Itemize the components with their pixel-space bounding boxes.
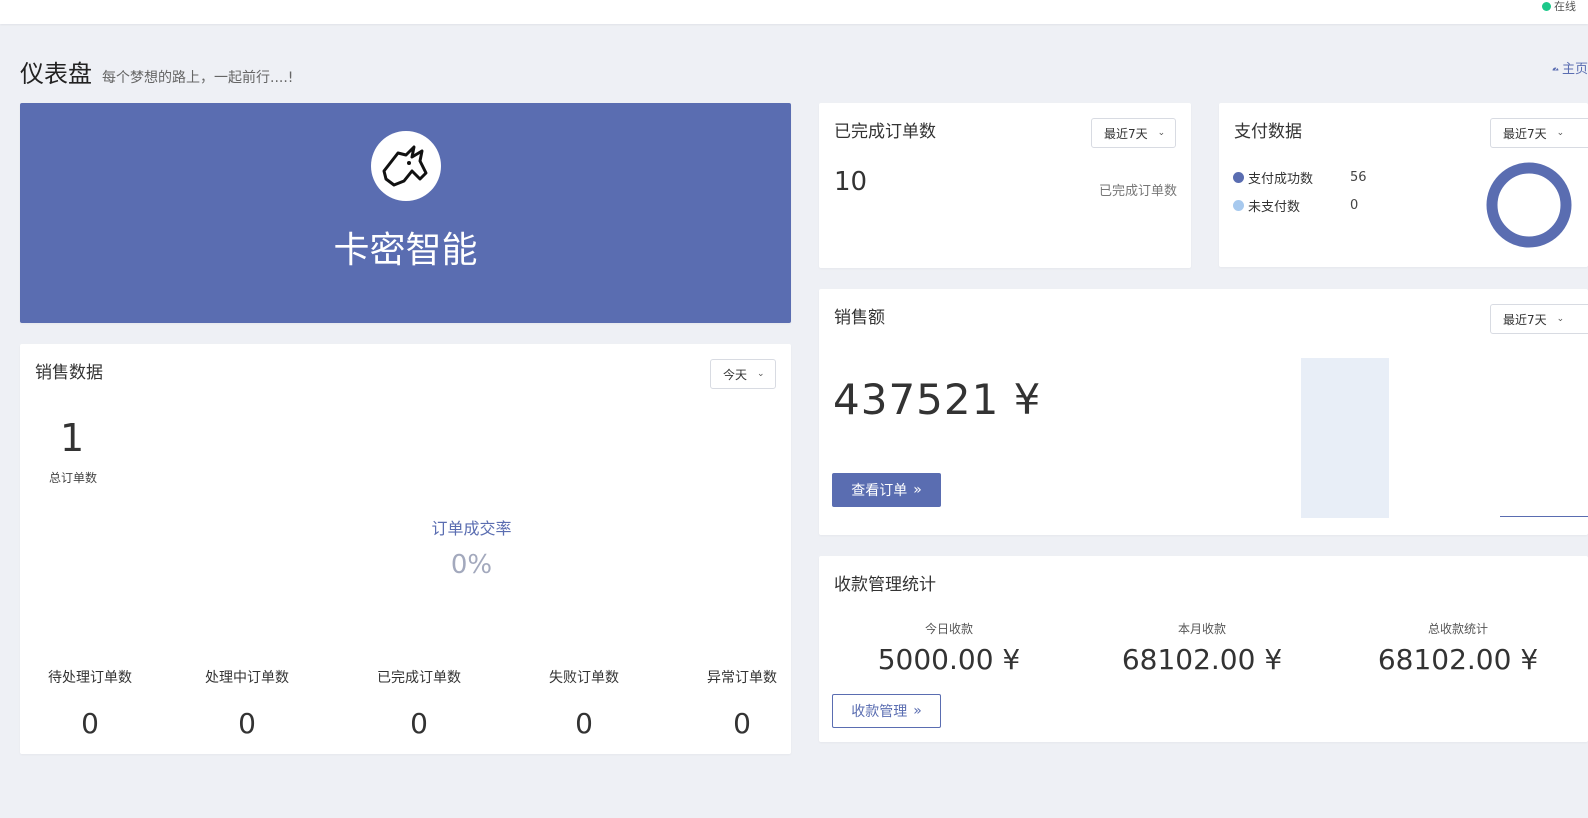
brand-banner: 卡密智能 — [20, 103, 791, 323]
collect-label: 总收款统计 — [1427, 622, 1488, 636]
chevron-down-icon: ⌄ — [1556, 314, 1565, 324]
revenue-chart-bar — [1301, 358, 1389, 518]
revenue-card-title: 销售额 — [834, 308, 885, 328]
breadcrumb-home-link[interactable]: 主页 — [1552, 58, 1588, 77]
brand-name: 卡密智能 — [333, 230, 478, 271]
legend-value: 0 — [1350, 198, 1359, 213]
donut-slice-0 — [1486, 162, 1572, 248]
total-orders-value: 1 — [60, 416, 85, 460]
stat-value: 0 — [238, 707, 256, 740]
payment-range-select[interactable]: 最近7天 ⌄ — [1490, 118, 1588, 148]
sales-range-value: 今天 — [723, 367, 748, 382]
sales-card-title: 销售数据 — [35, 363, 103, 383]
collection-manage-label: 收款管理 — [851, 704, 908, 720]
collect-today: 今日收款 5000.00 ¥ — [829, 620, 1069, 676]
revenue-card: 销售额 最近7天 ⌄ 437521 ¥ 查看订单 » — [819, 289, 1588, 535]
double-chevron-right-icon: » — [913, 482, 922, 498]
stat-label: 失败订单数 — [549, 670, 619, 686]
chevron-down-icon: ⌄ — [1157, 128, 1166, 138]
completed-orders-card: 已完成订单数 最近7天 ⌄ 10 已完成订单数 — [819, 103, 1191, 268]
dashboard-gauge-icon — [1552, 66, 1559, 70]
stat-completed: 已完成订单数 0 — [363, 667, 475, 740]
legend-label: 未支付数 — [1248, 200, 1301, 215]
collect-label: 今日收款 — [924, 622, 973, 636]
stat-pending: 待处理订单数 0 — [34, 667, 146, 740]
payment-donut-chart — [1486, 162, 1572, 248]
stat-value: 0 — [81, 707, 99, 740]
collect-label: 本月收款 — [1177, 622, 1226, 636]
page-subtitle: 每个梦想的路上，一起前行....! — [102, 70, 294, 86]
stat-failed: 失败订单数 0 — [534, 667, 634, 740]
legend-label: 支付成功数 — [1248, 172, 1314, 187]
completed-card-title: 已完成订单数 — [834, 122, 936, 142]
legend-value: 56 — [1350, 170, 1367, 185]
payment-range-value: 最近7天 — [1503, 126, 1547, 141]
stat-value: 0 — [733, 707, 751, 740]
collection-manage-button[interactable]: 收款管理 » — [832, 694, 941, 728]
stat-label: 已完成订单数 — [377, 670, 461, 686]
page-header: 仪表盘 每个梦想的路上，一起前行....! — [20, 54, 293, 89]
order-rate-label: 订单成交率 — [431, 519, 512, 538]
legend-dot-icon — [1233, 172, 1244, 183]
view-orders-button[interactable]: 查看订单 » — [832, 473, 941, 507]
online-status: 在线 — [1542, 0, 1588, 14]
online-status-text: 在线 — [1554, 0, 1576, 13]
unicorn-icon — [371, 131, 441, 201]
home-link-label: 主页 — [1561, 62, 1588, 77]
page-title: 仪表盘 — [20, 60, 92, 88]
legend-item-paid: 支付成功数 56 — [1233, 168, 1367, 187]
completed-range-value: 最近7天 — [1104, 126, 1148, 141]
revenue-chart-line — [1500, 516, 1588, 517]
stat-label: 处理中订单数 — [205, 670, 289, 686]
revenue-value: 437521 ¥ — [833, 375, 1042, 424]
collect-month: 本月收款 68102.00 ¥ — [1082, 620, 1322, 676]
stat-processing: 处理中订单数 0 — [191, 667, 303, 740]
collect-value: 68102.00 ¥ — [1121, 643, 1283, 676]
legend-dot-icon — [1233, 200, 1244, 211]
collect-value: 5000.00 ¥ — [877, 643, 1021, 676]
stat-value: 0 — [575, 707, 593, 740]
completed-orders-value: 10 — [834, 167, 868, 197]
view-orders-label: 查看订单 — [851, 483, 908, 499]
stat-value: 0 — [410, 707, 428, 740]
stat-abnormal: 异常订单数 0 — [692, 667, 791, 740]
collection-card-title: 收款管理统计 — [834, 575, 936, 595]
stat-label: 异常订单数 — [707, 670, 777, 686]
chevron-down-icon: ⌄ — [757, 369, 765, 379]
payment-card-title: 支付数据 — [1234, 122, 1302, 142]
order-rate-value: 0% — [450, 550, 493, 580]
revenue-range-select[interactable]: 最近7天 ⌄ — [1490, 304, 1588, 334]
stat-label: 待处理订单数 — [48, 670, 132, 686]
completed-range-select[interactable]: 最近7天 ⌄ — [1091, 118, 1177, 148]
total-orders-label: 总订单数 — [49, 471, 98, 485]
payment-data-card: 支付数据 最近7天 ⌄ 支付成功数 56 未支付数 0 — [1219, 103, 1588, 267]
completed-orders-label: 已完成订单数 — [1098, 184, 1177, 199]
online-dot-icon — [1542, 1, 1551, 11]
chevron-down-icon: ⌄ — [1556, 128, 1565, 138]
collection-stats-card: 收款管理统计 今日收款 5000.00 ¥ 本月收款 68102.00 ¥ 总收… — [819, 556, 1588, 742]
revenue-range-value: 最近7天 — [1503, 312, 1547, 327]
legend-item-unpaid: 未支付数 0 — [1233, 196, 1358, 215]
sales-data-card: 销售数据 今天 ⌄ 1 总订单数 订单成交率 0% 待处理订单数 0 处理中订单… — [20, 344, 791, 754]
sales-range-select[interactable]: 今天 ⌄ — [710, 359, 776, 389]
double-chevron-right-icon: » — [913, 703, 922, 719]
collect-total: 总收款统计 68102.00 ¥ — [1338, 620, 1578, 676]
top-navbar: 在线 — [0, 0, 1588, 24]
collect-value: 68102.00 ¥ — [1377, 643, 1539, 676]
